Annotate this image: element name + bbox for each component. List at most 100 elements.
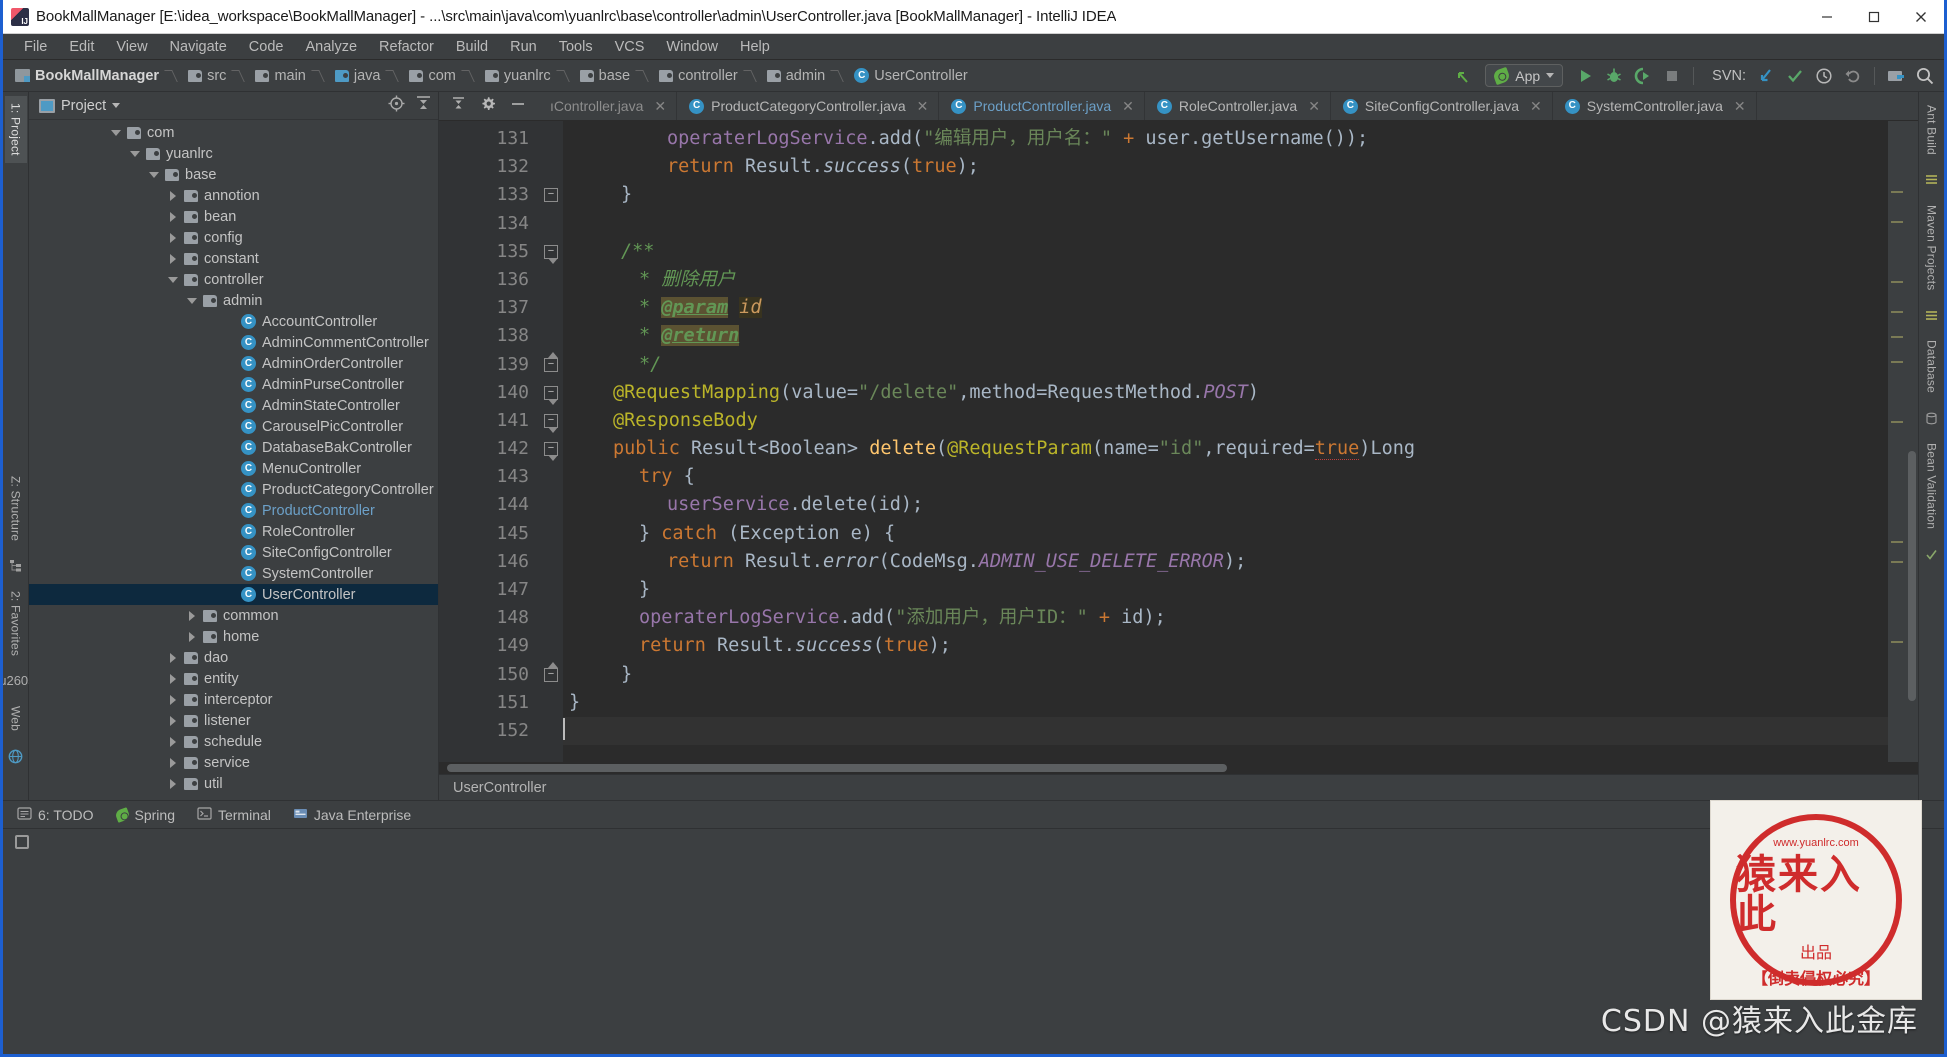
stop-button[interactable] [1659,64,1685,88]
line-number[interactable]: 144 [439,491,539,519]
tree-node[interactable]: CAdminPurseController [29,374,438,395]
tree-node[interactable]: CProductCategoryController [29,479,438,500]
code-line[interactable]: return Result.success(true); [563,153,1888,181]
run-with-coverage-button[interactable] [1630,64,1656,88]
fold-toggle-icon[interactable]: − [544,442,558,456]
svn-history-button[interactable] [1811,64,1837,88]
tree-node[interactable]: util [29,773,438,794]
close-button[interactable] [1897,0,1944,33]
breadcrumb-item-controller[interactable]: controller [632,68,740,84]
line-number[interactable]: 132 [439,153,539,181]
back-arrow-icon[interactable] [1450,64,1476,88]
rail-tab-database[interactable]: Database [1921,333,1943,400]
code-line[interactable] [563,717,1888,745]
editor-tab[interactable]: CProductController.java✕ [939,92,1144,120]
menu-navigate[interactable]: Navigate [159,37,238,57]
code-line[interactable]: try { [563,463,1888,491]
tree-node[interactable]: dao [29,647,438,668]
maximize-button[interactable] [1850,0,1897,33]
breadcrumb-item-admin[interactable]: admin [740,68,828,84]
tree-expand-arrow-icon[interactable] [187,611,197,621]
tree-node[interactable]: admin [29,290,438,311]
menu-code[interactable]: Code [238,37,295,57]
line-number[interactable]: 142 [439,435,539,463]
line-number[interactable]: 146 [439,548,539,576]
tree-expand-arrow-icon[interactable] [149,170,159,180]
close-tab-icon[interactable]: ✕ [654,98,666,115]
menu-window[interactable]: Window [655,37,729,57]
breadcrumb-item-java[interactable]: java [308,68,383,84]
editor-horizontal-scrollbar[interactable] [439,762,1918,774]
tree-node[interactable]: common [29,605,438,626]
tree-expand-arrow-icon[interactable] [168,695,178,705]
line-number[interactable]: 134 [439,210,539,238]
code-line[interactable]: public Result<Boolean> delete(@RequestPa… [563,435,1888,463]
close-tab-icon[interactable]: ✕ [1530,98,1542,115]
code-line[interactable]: operaterLogService.add("编辑用户，用户名：" + use… [563,125,1888,153]
line-number[interactable]: 148 [439,604,539,632]
fold-toggle-icon[interactable]: − [544,668,558,682]
code-line[interactable]: return Result.success(true); [563,632,1888,660]
settings-gear-icon[interactable] [480,96,496,117]
minimize-button[interactable] [1803,0,1850,33]
tree-node[interactable]: CAdminCommentController [29,332,438,353]
run-configuration-selector[interactable]: App [1485,64,1563,87]
tree-node[interactable]: CSystemController [29,563,438,584]
code-line[interactable]: operaterLogService.add("添加用户，用户ID：" + id… [563,604,1888,632]
editor-tab[interactable]: ıController.java✕ [538,92,677,120]
breadcrumb-item-yuanlrc[interactable]: yuanlrc [458,68,553,84]
breadcrumb-item-main[interactable]: main [228,68,307,84]
fold-toggle-icon[interactable]: − [544,386,558,400]
tree-node[interactable]: constant [29,248,438,269]
editor-tab[interactable]: CRoleController.java✕ [1145,92,1331,120]
editor-breadcrumb-class[interactable]: UserController [453,780,546,796]
tree-expand-arrow-icon[interactable] [187,296,197,306]
tree-expand-arrow-icon[interactable] [168,779,178,789]
close-tab-icon[interactable]: ✕ [1122,98,1134,115]
line-number[interactable]: 150 [439,661,539,689]
menu-tools[interactable]: Tools [548,37,604,57]
editor-vertical-scrollbar[interactable] [1906,121,1918,762]
tree-expand-arrow-icon[interactable] [168,737,178,747]
menu-refactor[interactable]: Refactor [368,37,445,57]
breadcrumb-item-src[interactable]: src [161,68,228,84]
line-number[interactable]: 152 [439,717,539,745]
tree-node[interactable]: bean [29,206,438,227]
line-number[interactable]: 131 [439,125,539,153]
tree-node[interactable]: schedule [29,731,438,752]
fold-toggle-icon[interactable]: − [544,188,558,202]
menu-build[interactable]: Build [445,37,499,57]
breadcrumb-item-base[interactable]: base [553,68,632,84]
collapse-all-icon[interactable] [415,95,432,117]
line-number[interactable]: 141 [439,407,539,435]
editor-tab[interactable]: CSystemController.java✕ [1553,92,1757,120]
rail-tab-bean-validation[interactable]: Bean Validation [1921,436,1943,536]
project-structure-button[interactable] [1883,64,1909,88]
close-tab-icon[interactable]: ✕ [1734,98,1746,115]
source-code-text[interactable]: operaterLogService.add("编辑用户，用户名：" + use… [563,121,1888,762]
collapse-all-icon[interactable] [451,96,466,116]
line-number[interactable]: 139 [439,351,539,379]
tree-expand-arrow-icon[interactable] [130,149,140,159]
rail-tab-ant-build[interactable]: Ant Build [1921,98,1943,162]
line-number[interactable]: 138 [439,322,539,350]
tree-expand-arrow-icon[interactable] [168,674,178,684]
line-number[interactable]: 151 [439,689,539,717]
code-line[interactable]: } [563,576,1888,604]
line-number[interactable]: 149 [439,632,539,660]
close-tab-icon[interactable]: ✕ [1308,98,1320,115]
menu-view[interactable]: View [105,37,158,57]
code-line[interactable]: * @return [563,322,1888,350]
line-number[interactable]: 140 [439,379,539,407]
tree-expand-arrow-icon[interactable] [168,758,178,768]
tree-node[interactable]: CAccountController [29,311,438,332]
tree-node[interactable]: annotion [29,185,438,206]
code-line[interactable]: } catch (Exception e) { [563,520,1888,548]
debug-button[interactable] [1601,64,1627,88]
code-line[interactable]: userService.delete(id); [563,491,1888,519]
code-line[interactable]: @ResponseBody [563,407,1888,435]
code-line[interactable]: * 删除用户 [563,266,1888,294]
tree-node[interactable]: CDatabaseBakController [29,437,438,458]
tree-node[interactable]: controller [29,269,438,290]
tree-node[interactable]: base [29,164,438,185]
